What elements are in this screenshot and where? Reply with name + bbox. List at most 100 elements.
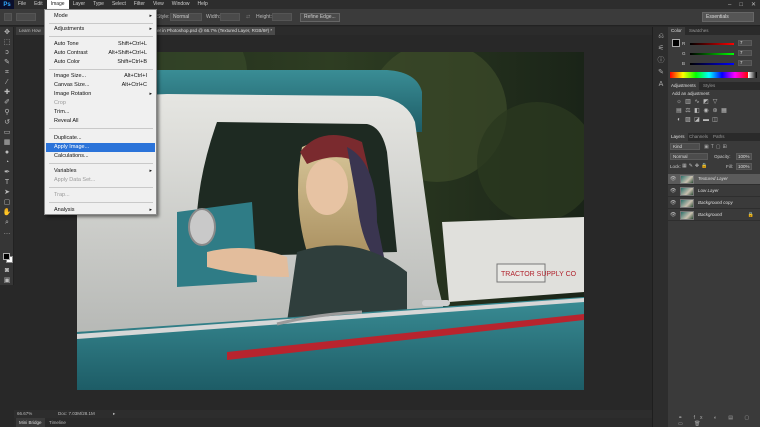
color-lookup-icon[interactable]: ▦ — [721, 108, 727, 114]
quick-mask-icon[interactable]: ◙ — [2, 267, 12, 275]
hue-sat-icon[interactable]: ▤ — [676, 108, 682, 114]
black-white-icon[interactable]: ◧ — [694, 108, 700, 114]
foreground-color-swatch[interactable] — [3, 253, 10, 260]
blend-mode-select[interactable]: Normal — [670, 153, 708, 160]
tab-color[interactable]: Color — [668, 27, 685, 35]
brush-panel-icon[interactable]: ✎ — [657, 69, 665, 77]
gradient-map-icon[interactable]: ▬ — [703, 117, 709, 123]
character-icon[interactable]: A — [657, 81, 665, 89]
menu-item-apply-image[interactable]: Apply Image... — [46, 143, 155, 152]
blue-slider[interactable] — [690, 63, 734, 65]
layer-row[interactable]: 👁 Low Layer — [668, 186, 760, 197]
history-icon[interactable]: ⎌ — [657, 33, 665, 41]
menu-item-trim[interactable]: Trim... — [46, 108, 155, 117]
menu-view[interactable]: View — [149, 0, 168, 9]
threshold-icon[interactable]: ◪ — [694, 117, 700, 123]
menu-type[interactable]: Type — [89, 0, 108, 9]
green-value-input[interactable]: 7 — [738, 50, 752, 56]
opacity-input[interactable]: 100% — [736, 153, 752, 160]
menu-item-adjustments[interactable]: Adjustments ▸ — [46, 25, 155, 34]
eyedropper-tool-icon[interactable]: ⁄ — [2, 79, 12, 87]
path-select-tool-icon[interactable]: ➤ — [2, 189, 12, 197]
menu-help[interactable]: Help — [194, 0, 212, 9]
red-value-input[interactable]: 7 — [738, 40, 752, 46]
green-slider[interactable] — [690, 53, 734, 55]
type-tool-icon[interactable]: T — [2, 179, 12, 187]
blur-tool-icon[interactable]: ● — [2, 149, 12, 157]
layer-row[interactable]: 👁 Background copy — [668, 198, 760, 209]
status-arrow-icon[interactable]: ▸ — [113, 410, 115, 418]
zoom-tool-icon[interactable]: ⌕ — [2, 219, 12, 227]
invert-icon[interactable]: ◐ — [676, 117, 682, 123]
menu-item-canvas-size[interactable]: Canvas Size... Alt+Ctrl+C — [46, 81, 155, 90]
tab-mini-bridge[interactable]: Mini Bridge — [16, 418, 45, 427]
photo-filter-icon[interactable]: ◉ — [703, 108, 709, 114]
eraser-tool-icon[interactable]: ▭ — [2, 129, 12, 137]
tab-swatches[interactable]: Swatches — [686, 27, 712, 35]
color-balance-icon[interactable]: ⚖ — [685, 108, 691, 114]
layers-footer-icons[interactable]: ⚭ fx ◐ ▤ ▢ ▭ 🗑 — [678, 415, 760, 427]
more-tools-icon[interactable]: … — [2, 229, 12, 237]
healing-tool-icon[interactable]: ✚ — [2, 89, 12, 97]
selection-mode-icons[interactable] — [16, 13, 36, 21]
dodge-tool-icon[interactable]: ◔ — [2, 159, 12, 167]
layer-filter-icons[interactable]: ▣T▢⊞ — [704, 144, 729, 150]
crop-tool-icon[interactable]: ⌗ — [2, 69, 12, 77]
stamp-tool-icon[interactable]: ⚲ — [2, 109, 12, 117]
maximize-button[interactable]: □ — [739, 2, 743, 8]
move-tool-icon[interactable]: ✥ — [2, 29, 12, 37]
curves-icon[interactable]: ∿ — [694, 99, 700, 105]
menu-select[interactable]: Select — [108, 0, 130, 9]
fill-input[interactable]: 100% — [736, 163, 752, 170]
visibility-eye-icon[interactable]: 👁 — [670, 188, 676, 194]
zoom-level[interactable]: 66.67% — [17, 410, 32, 418]
properties-icon[interactable]: ⚟ — [657, 45, 665, 53]
brightness-icon[interactable]: ☼ — [676, 99, 682, 105]
selective-color-icon[interactable]: ◫ — [712, 117, 718, 123]
quick-select-tool-icon[interactable]: ✎ — [2, 59, 12, 67]
close-button[interactable]: ✕ — [751, 1, 756, 8]
layer-row[interactable]: 👁 Background 🔒 — [668, 210, 760, 221]
lasso-tool-icon[interactable]: ↄ — [2, 49, 12, 57]
doc-tab-active[interactable]: er in Photoshop.psd @ 66.7% (Textured La… — [154, 27, 276, 35]
marquee-tool-icon[interactable] — [4, 13, 12, 21]
tab-channels[interactable]: Channels — [686, 133, 711, 141]
menu-item-auto-contrast[interactable]: Auto Contrast Alt+Shift+Ctrl+L — [46, 49, 155, 58]
menu-filter[interactable]: Filter — [130, 0, 149, 9]
tab-adjustments[interactable]: Adjustments — [668, 82, 699, 90]
workspace-select[interactable]: Essentials — [702, 12, 754, 22]
channel-mixer-icon[interactable]: ⊛ — [712, 108, 718, 114]
menu-item-analysis[interactable]: Analysis ▸ — [46, 206, 155, 215]
menu-item-image-rotation[interactable]: Image Rotation ▸ — [46, 90, 155, 99]
visibility-eye-icon[interactable]: 👁 — [670, 176, 676, 182]
menu-item-auto-tone[interactable]: Auto Tone Shift+Ctrl+L — [46, 40, 155, 49]
color-fg-swatch[interactable] — [672, 39, 680, 47]
shape-tool-icon[interactable]: ▢ — [2, 199, 12, 207]
vibrance-icon[interactable]: ▽ — [712, 99, 718, 105]
exposure-icon[interactable]: ◩ — [703, 99, 709, 105]
minimize-button[interactable]: – — [728, 2, 731, 8]
menu-file[interactable]: File — [14, 0, 30, 9]
menu-edit[interactable]: Edit — [30, 0, 47, 9]
gradient-tool-icon[interactable]: ▦ — [2, 139, 12, 147]
screen-mode-icon[interactable]: ▣ — [2, 277, 12, 285]
visibility-eye-icon[interactable]: 👁 — [670, 212, 676, 218]
tab-paths[interactable]: Paths — [710, 133, 728, 141]
lock-icons[interactable]: ▦✎✥🔒 — [682, 163, 709, 169]
layer-filter-select[interactable]: Kind — [670, 143, 700, 150]
refine-edge-button[interactable]: Refine Edge... — [300, 13, 340, 22]
history-brush-tool-icon[interactable]: ↺ — [2, 119, 12, 127]
brush-tool-icon[interactable]: ✐ — [2, 99, 12, 107]
info-icon[interactable]: ⓘ — [657, 57, 665, 65]
menu-item-variables[interactable]: Variables ▸ — [46, 167, 155, 176]
tab-styles[interactable]: Styles — [700, 82, 718, 90]
menu-item-duplicate[interactable]: Duplicate... — [46, 134, 155, 143]
menu-window[interactable]: Window — [168, 0, 194, 9]
menu-item-calculations[interactable]: Calculations... — [46, 152, 155, 161]
menu-layer[interactable]: Layer — [69, 0, 90, 9]
levels-icon[interactable]: ▥ — [685, 99, 691, 105]
menu-item-mode[interactable]: Mode ▸ — [46, 12, 155, 21]
posterize-icon[interactable]: ▨ — [685, 117, 691, 123]
visibility-eye-icon[interactable]: 👁 — [670, 200, 676, 206]
pen-tool-icon[interactable]: ✒ — [2, 169, 12, 177]
